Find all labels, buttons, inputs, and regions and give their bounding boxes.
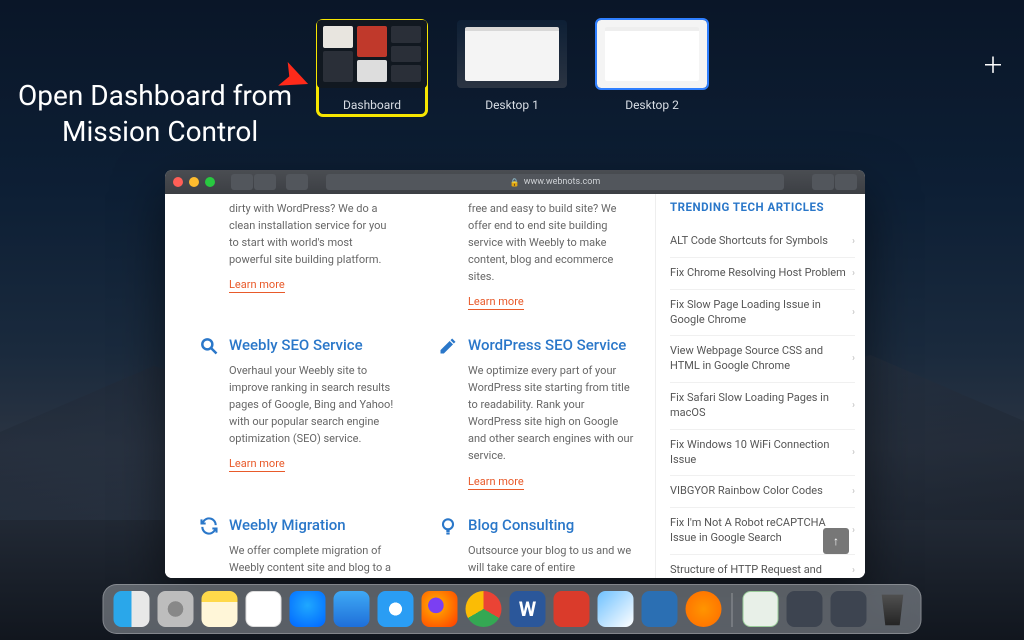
dock-app-firefox[interactable] (422, 591, 458, 627)
annotation-line: Mission Control (18, 114, 292, 150)
service-body: Overhaul your Weebly site to improve ran… (199, 362, 398, 447)
url-text: www.webnots.com (524, 177, 601, 187)
chevron-right-icon: › (852, 267, 855, 281)
service-card: Blog Consulting Outsource your blog to u… (438, 516, 637, 578)
minimize-button[interactable] (189, 177, 199, 187)
dock-app-chrome[interactable] (466, 591, 502, 627)
learn-more-link[interactable]: Learn more (229, 457, 285, 472)
page-content: dirty with WordPress? We do a clean inst… (165, 194, 865, 578)
space-label: Desktop 1 (485, 98, 539, 112)
dock-app-notes[interactable] (202, 591, 238, 627)
refresh-icon (199, 516, 219, 536)
dashboard-thumbnail (317, 20, 427, 88)
maximize-button[interactable] (205, 177, 215, 187)
space-label: Dashboard (343, 98, 401, 112)
service-title: WordPress SEO Service (468, 336, 626, 354)
sidebar-item[interactable]: ALT Code Shortcuts for Symbols› (670, 226, 855, 258)
sidebar-item[interactable]: Fix Chrome Resolving Host Problem› (670, 258, 855, 290)
service-body: We offer complete migration of Weebly co… (199, 542, 398, 578)
lock-icon: 🔒 (510, 178, 520, 187)
service-card: WordPress SEO Service We optimize every … (438, 336, 637, 489)
dock-folder[interactable] (831, 591, 867, 627)
service-body: We optimize every part of your WordPress… (438, 362, 637, 464)
sidebar-item[interactable]: Fix Slow Page Loading Issue in Google Ch… (670, 290, 855, 337)
desktop2-thumbnail (597, 20, 707, 88)
scroll-top-button[interactable]: ↑ (823, 528, 849, 554)
sidebar-item[interactable]: View Webpage Source CSS and HTML in Goog… (670, 336, 855, 383)
chevron-right-icon: › (852, 564, 855, 578)
nav-buttons (231, 174, 276, 190)
service-title: Weebly Migration (229, 516, 346, 534)
desktop1-thumbnail (457, 20, 567, 88)
dock-app-finder[interactable] (114, 591, 150, 627)
chevron-right-icon: › (852, 524, 855, 538)
safari-window[interactable]: 🔒 www.webnots.com dirty with WordPress? … (165, 170, 865, 578)
chevron-right-icon: › (852, 235, 855, 249)
space-desktop-1[interactable]: Desktop 1 (457, 20, 567, 112)
space-dashboard[interactable]: Dashboard (317, 20, 427, 116)
service-title: Weebly SEO Service (229, 336, 363, 354)
dock-trash[interactable] (875, 591, 911, 627)
sidebar-item[interactable]: Fix Windows 10 WiFi Connection Issue› (670, 430, 855, 477)
add-space-button[interactable]: ＋ (982, 48, 1004, 80)
sidebar-item[interactable]: VIBGYOR Rainbow Color Codes› (670, 476, 855, 508)
sidebar-toggle[interactable] (286, 174, 308, 190)
dock-app-appstore[interactable] (290, 591, 326, 627)
chevron-right-icon: › (852, 399, 855, 413)
sidebar-title: TRENDING TECH ARTICLES (670, 200, 855, 214)
service-title: Blog Consulting (468, 516, 574, 534)
space-label: Desktop 2 (625, 98, 679, 112)
dock-app-launchpad[interactable] (158, 591, 194, 627)
trending-sidebar: TRENDING TECH ARTICLES ALT Code Shortcut… (655, 194, 865, 578)
dock-app-safari[interactable] (378, 591, 414, 627)
window-titlebar[interactable]: 🔒 www.webnots.com (165, 170, 865, 194)
close-button[interactable] (173, 177, 183, 187)
chevron-right-icon: › (852, 485, 855, 499)
bulb-icon (438, 516, 458, 536)
service-card: Weebly Migration We offer complete migra… (199, 516, 398, 578)
share-button[interactable] (812, 174, 834, 190)
pencil-icon (438, 336, 458, 356)
sidebar-item[interactable]: Structure of HTTP Request and› (670, 555, 855, 578)
sidebar-item[interactable]: Fix Safari Slow Loading Pages in macOS› (670, 383, 855, 430)
intro-text: dirty with WordPress? We do a clean inst… (199, 200, 398, 268)
dock: W (103, 584, 922, 634)
chevron-right-icon: › (852, 306, 855, 320)
chevron-right-icon: › (852, 352, 855, 366)
dock-app-snagit[interactable] (642, 591, 678, 627)
dock-divider (732, 593, 733, 627)
tabs-button[interactable] (835, 174, 857, 190)
intro-text: free and easy to build site? We offer en… (438, 200, 637, 285)
address-bar[interactable]: 🔒 www.webnots.com (326, 174, 784, 190)
annotation-text: Open Dashboard from Mission Control (18, 78, 292, 151)
learn-more-link[interactable]: Learn more (468, 295, 524, 310)
service-card: Weebly SEO Service Overhaul your Weebly … (199, 336, 398, 472)
space-desktop-2[interactable]: Desktop 2 (597, 20, 707, 112)
dock-app-mail[interactable] (334, 591, 370, 627)
toolbar-right (812, 174, 857, 190)
dock-app-expressvpn[interactable] (554, 591, 590, 627)
dock-app-books[interactable] (686, 591, 722, 627)
back-button[interactable] (231, 174, 253, 190)
annotation-line: Open Dashboard from (18, 78, 292, 114)
dock-app-word[interactable]: W (510, 591, 546, 627)
dock-app-preview[interactable] (598, 591, 634, 627)
learn-more-link[interactable]: Learn more (229, 278, 285, 293)
dock-document[interactable] (743, 591, 779, 627)
learn-more-link[interactable]: Learn more (468, 475, 524, 490)
dock-folder[interactable] (787, 591, 823, 627)
forward-button[interactable] (254, 174, 276, 190)
dock-app-reminders[interactable] (246, 591, 282, 627)
search-icon (199, 336, 219, 356)
chevron-right-icon: › (852, 446, 855, 460)
main-column: dirty with WordPress? We do a clean inst… (165, 194, 655, 578)
service-body: Outsource your blog to us and we will ta… (438, 542, 637, 578)
